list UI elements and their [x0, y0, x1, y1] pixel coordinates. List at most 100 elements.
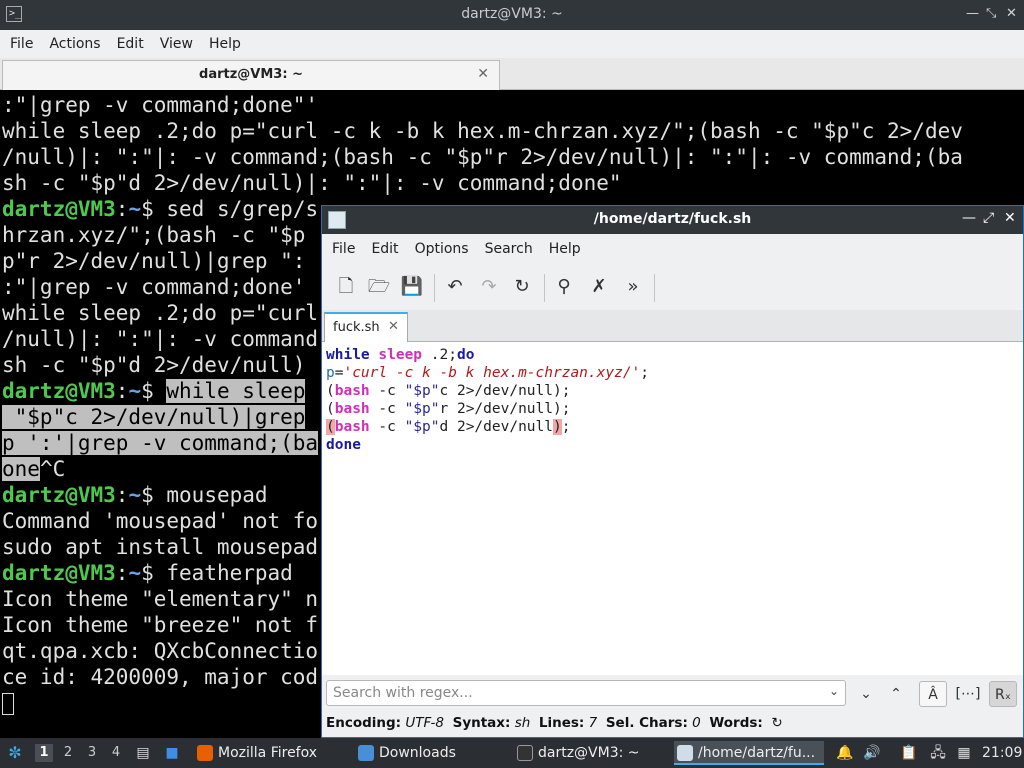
text-segment: ~ — [128, 483, 142, 507]
undo-icon[interactable]: ↶ — [442, 274, 468, 300]
redo-icon[interactable]: ↷ — [476, 274, 502, 300]
network-icon[interactable]: 🖧 — [929, 744, 947, 762]
featherpad-window: /home/dartz/fuck.sh — ⤢ ✕ File Edit Opti… — [321, 205, 1024, 738]
menu-help[interactable]: Help — [203, 36, 247, 52]
whole-word-icon[interactable]: [⋯] — [954, 681, 982, 707]
terminal-window-title: dartz@VM3: ~ — [461, 6, 563, 22]
task-downloads[interactable]: Downloads — [355, 741, 505, 765]
system-monitor-icon[interactable]: ▦ — [955, 744, 973, 762]
text-segment: qt.qpa.xcb: QXcbConnectio — [2, 639, 319, 663]
menu-help[interactable]: Help — [543, 241, 587, 257]
minimize-icon[interactable]: — — [966, 6, 979, 21]
text-segment: bash — [334, 401, 370, 417]
reload-icon[interactable]: ↻ — [509, 274, 535, 300]
task-featherpad[interactable]: /home/dartz/fu... — [674, 741, 824, 765]
text-segment: -c — [369, 401, 405, 417]
terminal-tabbar: dartz@VM3: ~ ✕ — [0, 58, 1024, 90]
featherpad-tabbar: fuck.sh ✕ — [322, 310, 1023, 343]
menu-actions[interactable]: Actions — [43, 36, 106, 52]
find-replace-icon[interactable]: ✗ — [586, 274, 612, 300]
chevron-down-icon[interactable]: ⌄ — [829, 684, 839, 698]
text-segment: -c — [369, 419, 405, 435]
minimize-icon[interactable]: — — [962, 210, 976, 226]
show-desktop-icon[interactable]: ■ — [163, 744, 181, 762]
regex-toggle-icon[interactable]: Rₓ — [989, 681, 1017, 707]
find-previous-icon[interactable]: ⌃ — [882, 681, 910, 707]
tab-close-icon[interactable]: ✕ — [477, 66, 489, 82]
encoding-label: Encoding: — [326, 715, 402, 731]
text-segment: ; — [561, 419, 571, 435]
tab-fuck-sh[interactable]: fuck.sh ✕ — [324, 312, 408, 343]
match-case-icon[interactable]: Â — [919, 681, 947, 707]
file-manager-launcher-icon[interactable]: ▤ — [134, 744, 152, 762]
text-segment: ( — [326, 383, 335, 399]
task-firefox[interactable]: Mozilla Firefox — [194, 741, 344, 765]
text-segment: "$p" — [404, 419, 440, 435]
featherpad-titlebar[interactable]: /home/dartz/fuck.sh — ⤢ ✕ — [322, 206, 1023, 234]
volume-icon[interactable]: 🔊 — [863, 744, 881, 762]
terminal-line: sh -c "$p"d 2>/dev/null)|: ":"|: -v comm… — [2, 170, 1024, 196]
menu-options[interactable]: Options — [409, 241, 475, 257]
start-menu-icon[interactable]: ✼ — [6, 744, 24, 762]
search-bar: Search with regex... ⌄ ⌄ ⌃ Â [⋯] Rₓ — [322, 675, 1023, 711]
code-line: while sleep .2;do — [326, 346, 1023, 364]
terminal-tab[interactable]: dartz@VM3: ~ ✕ — [2, 60, 500, 90]
workspace-4[interactable]: 4 — [107, 744, 125, 762]
text-segment: bash — [334, 419, 370, 435]
text-segment: ( — [326, 401, 335, 417]
save-icon[interactable]: 💾 — [399, 274, 425, 300]
notification-icon[interactable]: 🔔 — [836, 744, 854, 762]
menu-file[interactable]: File — [326, 241, 361, 257]
task-label: dartz@VM3: ~ — [538, 745, 640, 761]
close-icon[interactable]: ✕ — [1004, 210, 1016, 226]
text-segment: dartz@VM3 — [2, 483, 116, 507]
maximize-icon[interactable]: ⤡ — [986, 6, 996, 21]
text-segment: $ — [141, 379, 167, 403]
menu-view[interactable]: View — [154, 36, 199, 52]
text-segment: -c — [369, 383, 405, 399]
find-next-icon[interactable]: ⌄ — [852, 681, 880, 707]
menu-search[interactable]: Search — [479, 241, 539, 257]
toolbar-separator — [434, 274, 435, 302]
selchars-value: 0 — [692, 715, 701, 731]
terminal-line: :"|grep -v command;done"' — [2, 92, 1024, 118]
code-line: done — [326, 436, 1023, 454]
featherpad-icon — [677, 745, 693, 761]
code-line: p='curl -c k -b k hex.m-chrzan.xyz/'; — [326, 364, 1023, 382]
text-segment: ^C — [39, 457, 66, 481]
code-editor[interactable]: while sleep .2;do p='curl -c k -b k hex.m… — [322, 342, 1023, 675]
clock: 21:09 — [982, 745, 1023, 761]
folder-icon — [358, 745, 374, 761]
search-icon[interactable]: ⚲ — [551, 274, 577, 300]
menu-edit[interactable]: Edit — [111, 36, 150, 52]
text-segment: ( — [326, 419, 335, 435]
syntax-label: Syntax: — [452, 715, 511, 731]
text-segment: c 2>/dev/null); — [439, 383, 571, 399]
refresh-words-icon[interactable]: ↻ — [771, 715, 782, 731]
workspace-2[interactable]: 2 — [59, 744, 77, 762]
new-document-icon[interactable]: 🗋 — [333, 274, 359, 300]
text-segment: done — [326, 437, 361, 453]
text-segment: sudo apt install mousepad — [2, 535, 319, 559]
close-icon[interactable]: ✕ — [1006, 6, 1017, 21]
task-terminal[interactable]: dartz@VM3: ~ — [514, 741, 664, 765]
workspace-1[interactable]: 1 — [35, 744, 53, 762]
text-segment: : — [115, 561, 129, 585]
text-segment: bash — [334, 383, 370, 399]
text-segment: 'curl -c k -b k hex.m-chrzan.xyz/' — [343, 365, 641, 381]
search-input[interactable]: Search with regex... ⌄ — [326, 680, 846, 706]
terminal-line: /null)|: ":"|: -v command;(bash -c "$p"r… — [2, 144, 1024, 170]
workspace-3[interactable]: 3 — [83, 744, 101, 762]
terminal-titlebar[interactable]: >_ dartz@VM3: ~ — ⤡ ✕ — [0, 0, 1024, 30]
open-folder-icon[interactable]: 🗁 — [366, 274, 392, 300]
lines-label: Lines: — [538, 715, 585, 731]
menu-edit[interactable]: Edit — [365, 241, 404, 257]
clipboard-icon[interactable]: 📋 — [900, 744, 918, 762]
task-label: Downloads — [379, 745, 456, 761]
tab-close-icon[interactable]: ✕ — [388, 319, 399, 334]
text-segment: Icon theme "breeze" not f — [2, 613, 319, 637]
menu-file[interactable]: File — [4, 36, 39, 52]
restore-icon[interactable]: ⤢ — [983, 210, 994, 226]
more-actions-icon[interactable]: » — [620, 274, 646, 300]
featherpad-window-title: /home/dartz/fuck.sh — [593, 211, 752, 227]
